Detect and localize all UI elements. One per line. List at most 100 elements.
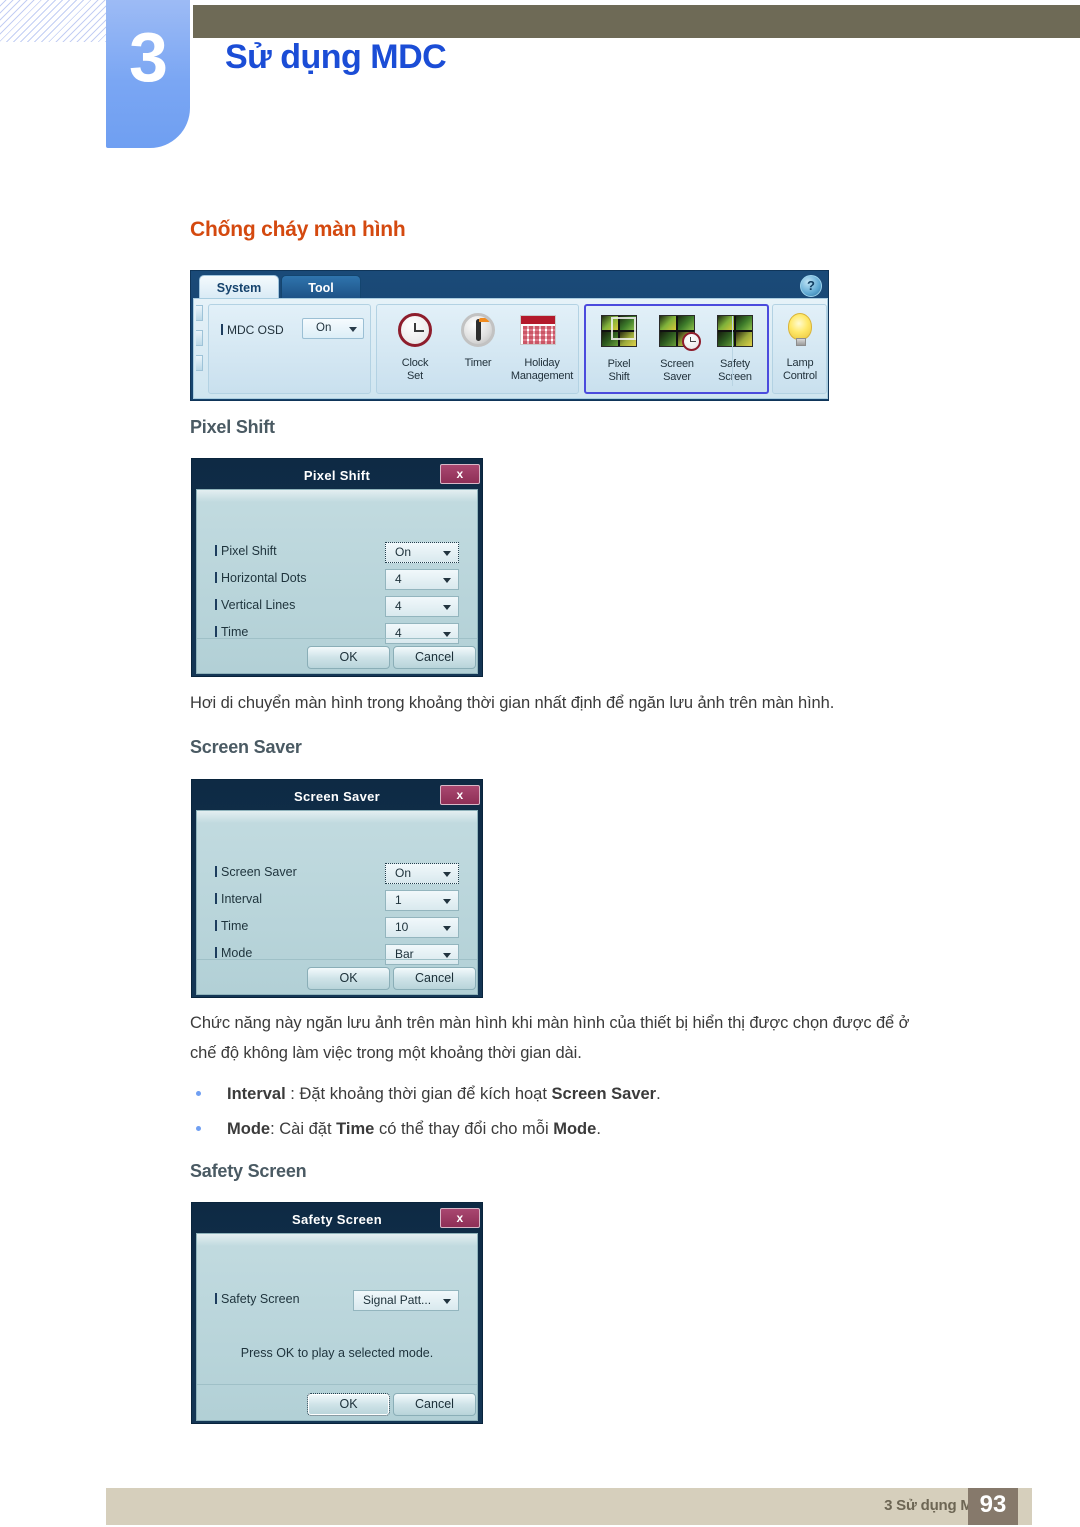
cancel-button[interactable]: Cancel [393, 1393, 476, 1416]
tool-timer[interactable]: Timer [449, 311, 507, 370]
tool-label-2: Screen [718, 370, 752, 383]
tool-label-2: Control [782, 369, 818, 382]
group-divider [732, 316, 733, 386]
screen-saver-description-line1: Chức năng này ngăn lưu ảnh trên màn hình… [190, 1014, 910, 1032]
page-number: 93 [979, 1491, 1007, 1518]
ribbon-group-osd: MDC OSD On [208, 304, 371, 394]
close-icon[interactable]: x [440, 464, 480, 484]
time-select[interactable]: 4 [385, 623, 459, 644]
row-label: Screen Saver [215, 865, 297, 879]
mdc-osd-value: On [316, 322, 332, 334]
bullet-term-2: Time [336, 1120, 375, 1138]
dialog-titlebar: Screen Saver x [196, 784, 480, 810]
tool-pixel-shift[interactable]: Pixel Shift [590, 312, 648, 383]
row-vertical-lines: Vertical Lines 4 [215, 596, 459, 618]
chevron-down-icon [349, 327, 357, 332]
row-mode: Mode Bar [215, 944, 459, 966]
vertical-lines-select[interactable]: 4 [385, 596, 459, 617]
page-header: 3 Sử dụng MDC [0, 0, 1080, 160]
heading-screen-saver: Screen Saver [190, 737, 302, 757]
pixel-shift-select[interactable]: On [385, 542, 459, 563]
bullet-icon [196, 1090, 201, 1096]
close-icon[interactable]: x [440, 785, 480, 805]
dialog-footer-divider [197, 1384, 477, 1385]
dialog-glow [197, 811, 477, 823]
interval-select[interactable]: 1 [385, 890, 459, 911]
mdc-toolbar-screenshot: System Tool ? MDC OSD On Clock Set Timer [190, 270, 829, 401]
tool-screen-saver[interactable]: Screen Saver [648, 312, 706, 383]
tool-label: Timer [464, 357, 492, 369]
ok-button[interactable]: OK [307, 967, 390, 990]
tool-safety-screen[interactable]: Safety Screen [706, 312, 764, 383]
chapter-number: 3 [129, 18, 168, 96]
tool-label: Screen [660, 358, 694, 370]
tool-clock-set[interactable]: Clock Set [386, 311, 444, 382]
tool-holiday-management[interactable]: Holiday Management [509, 311, 575, 382]
dialog-body: Pixel Shift On Horizontal Dots 4 Vertica… [196, 489, 478, 674]
safety-screen-dialog: Safety Screen x Safety Screen Signal Pat… [191, 1202, 483, 1424]
chevron-down-icon [443, 578, 451, 583]
safety-screen-select[interactable]: Signal Patt... [353, 1290, 459, 1311]
tool-label-2: Saver [663, 370, 691, 383]
cancel-button[interactable]: Cancel [393, 646, 476, 669]
dialog-title: Safety Screen [292, 1212, 382, 1227]
ribbon-group-schedule: Clock Set Timer Holiday Management [376, 304, 579, 394]
select-value: 4 [395, 599, 402, 613]
screen-saver-select[interactable]: On [385, 863, 459, 884]
tab-system[interactable]: System [199, 275, 279, 299]
ribbon-group-lamp: Lamp Control [772, 304, 827, 394]
select-value: 4 [395, 572, 402, 586]
lamp-icon [771, 311, 829, 357]
dialog-body: Safety Screen Signal Patt... Press OK to… [196, 1233, 478, 1421]
select-value: 1 [395, 893, 402, 907]
bullet-mode: Mode: Cài đặt Time có thể thay đổi cho m… [196, 1116, 601, 1142]
select-value: 10 [395, 920, 409, 934]
bullet-term-3: Mode [553, 1120, 597, 1138]
chevron-down-icon [443, 899, 451, 904]
row-time: Time 4 [215, 623, 459, 645]
ribbon-edge-stubs [196, 305, 203, 393]
ok-button[interactable]: OK [307, 646, 390, 669]
tool-label: Clock [401, 357, 429, 369]
mode-select[interactable]: Bar [385, 944, 459, 965]
mdc-osd-label: MDC OSD [221, 323, 284, 337]
tab-tool[interactable]: Tool [281, 275, 361, 299]
mdc-ribbon-body: MDC OSD On Clock Set Timer Holiday Manag… [193, 298, 828, 399]
heading-pixel-shift: Pixel Shift [190, 417, 275, 437]
dialog-glow [197, 1234, 477, 1246]
ribbon-group-screen-burn-protection: Pixel Shift Screen Saver Safety Screen [584, 304, 769, 394]
tool-label: Pixel [607, 358, 631, 370]
mdc-osd-select[interactable]: On [302, 318, 364, 339]
chapter-tab: 3 [106, 0, 190, 148]
chevron-down-icon [443, 926, 451, 931]
tool-label: Lamp [786, 357, 814, 369]
calendar-icon [509, 311, 575, 357]
screen-saver-dialog: Screen Saver x Screen Saver On Interval … [191, 779, 483, 998]
select-value: Signal Patt... [363, 1293, 432, 1307]
row-screen-saver: Screen Saver On [215, 863, 459, 885]
chevron-down-icon [443, 953, 451, 958]
help-icon[interactable]: ? [800, 275, 822, 297]
bullet-text-2: . [656, 1085, 661, 1103]
pixel-shift-icon [590, 312, 648, 358]
time-select[interactable]: 10 [385, 917, 459, 938]
ok-button[interactable]: OK [307, 1393, 390, 1416]
dialog-footer-divider [197, 638, 477, 639]
safety-screen-note: Press OK to play a selected mode. [240, 1346, 434, 1360]
dialog-title: Pixel Shift [303, 468, 371, 483]
mdc-tabstrip: System Tool [193, 273, 828, 299]
header-olive-bar [193, 5, 1080, 38]
cancel-button[interactable]: Cancel [393, 967, 476, 990]
hatch-decoration [0, 0, 106, 42]
bullet-term: Mode [227, 1120, 271, 1138]
tool-lamp-control[interactable]: Lamp Control [771, 311, 829, 382]
tool-label: Safety [720, 358, 750, 370]
select-value: On [395, 545, 412, 559]
tool-label-2: Set [407, 369, 423, 382]
close-icon[interactable]: x [440, 1208, 480, 1228]
chevron-down-icon [443, 551, 451, 556]
horizontal-dots-select[interactable]: 4 [385, 569, 459, 590]
row-safety-screen: Safety Screen Signal Patt... [215, 1290, 459, 1312]
bullet-text: : Đặt khoảng thời gian để kích hoạt [285, 1085, 552, 1103]
screen-saver-icon [648, 312, 706, 358]
